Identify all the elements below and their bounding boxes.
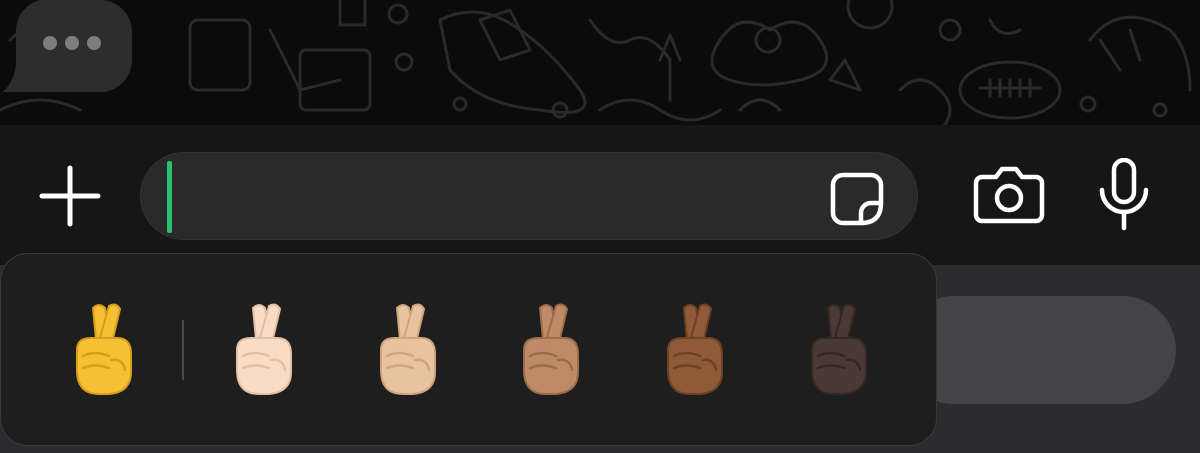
sticker-icon[interactable] [827, 169, 887, 229]
microphone-icon[interactable] [1094, 158, 1154, 232]
text-caret [167, 161, 172, 233]
typing-dots-icon [2, 0, 132, 92]
message-input[interactable] [140, 152, 918, 240]
wallpaper-doodles [0, 0, 1192, 125]
emoji-skin-tone-picker [0, 253, 937, 446]
crossed-fingers-medium-dark-emoji[interactable] [644, 298, 744, 398]
plus-icon[interactable] [38, 164, 102, 228]
crossed-fingers-light-emoji[interactable] [213, 298, 313, 398]
crossed-fingers-medium-light-emoji[interactable] [357, 298, 457, 398]
crossed-fingers-default-emoji[interactable] [53, 298, 153, 398]
camera-icon[interactable] [972, 165, 1046, 225]
chat-wallpaper [0, 0, 1200, 125]
crossed-fingers-dark-emoji[interactable] [788, 298, 888, 398]
background-bubble [900, 296, 1176, 404]
picker-divider [182, 320, 184, 380]
crossed-fingers-medium-emoji[interactable] [500, 298, 600, 398]
